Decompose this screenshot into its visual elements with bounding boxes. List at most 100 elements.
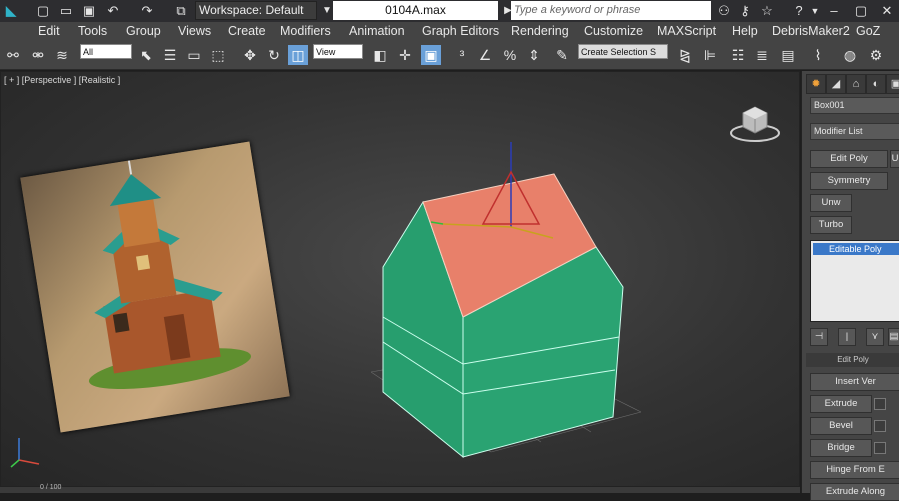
select-by-name-icon[interactable]: ☰ [160,45,180,65]
pin-stack-icon[interactable]: ⊣ [810,328,828,346]
search-input[interactable]: Type a keyword or phrase [511,1,711,20]
stack-item-editable-poly[interactable]: Editable Poly [813,243,899,255]
menu-maxscript[interactable]: MAXScript [657,22,716,40]
menu-views[interactable]: Views [178,22,211,40]
file-name: 0104A.max [333,1,498,20]
mirror-icon[interactable]: ⧎ [675,45,695,65]
edit-poly-modifier-button[interactable]: Edit Poly [810,150,888,168]
modifier-stack[interactable]: Editable Poly [810,240,899,322]
perspective-viewport[interactable]: [ + ] [Perspective ] [Realistic ] [0,71,800,487]
title-bar: ◣ ▢ ▭ ▣ ↶ ↷ ⧉ Workspace: Default ▼ 0104A… [0,0,899,22]
viewcube-icon[interactable] [725,99,785,147]
show-end-result-icon[interactable]: | [838,328,856,346]
menu-help[interactable]: Help [732,22,758,40]
minimize-icon[interactable]: – [825,2,843,20]
select-manipulate-icon[interactable]: ✛ [395,45,415,65]
close-icon[interactable]: ✕ [878,2,896,20]
modifier-list-dropdown[interactable]: Modifier List [810,123,899,140]
rotate-icon[interactable]: ↻ [264,45,284,65]
extrude-settings-checkbox[interactable] [874,398,886,410]
hierarchy-tab-icon[interactable]: ⌂ [846,74,866,94]
rectangular-selection-icon[interactable]: ▭ [184,45,204,65]
move-icon[interactable]: ✥ [240,45,260,65]
named-selection-dropdown[interactable]: Create Selection S [578,44,668,59]
selection-filter-dropdown[interactable]: All [80,44,132,59]
spinner-snap-icon[interactable]: ⇕ [524,45,544,65]
render-setup-icon[interactable]: ⚙ [866,45,886,65]
bridge-button[interactable]: Bridge [810,439,872,457]
u-modifier-button[interactable]: U [890,150,899,168]
edit-poly-rollout-header[interactable]: Edit Poly [806,353,899,367]
window-crossing-icon[interactable]: ⬚ [208,45,228,65]
extrude-along-spline-button[interactable]: Extrude Along [810,483,899,501]
snaps-toggle-icon[interactable]: ³ [452,45,472,65]
insert-vertex-button[interactable]: Insert Ver [810,373,899,391]
edit-named-selection-icon[interactable]: ✎ [552,45,572,65]
layer-explorer-icon[interactable]: ≣ [752,45,772,65]
menu-customize[interactable]: Customize [584,22,643,40]
symmetry-modifier-button[interactable]: Symmetry [810,172,888,190]
viewport-label[interactable]: [ + ] [Perspective ] [Realistic ] [4,75,120,85]
turbosmooth-button[interactable]: Turbo [810,216,852,234]
bind-space-warp-icon[interactable]: ≋ [52,45,72,65]
bevel-settings-checkbox[interactable] [874,420,886,432]
unlink-icon[interactable]: ⚮ [28,45,48,65]
axis-tripod-icon [10,438,40,468]
key-icon[interactable]: ⚷ [736,2,754,20]
pivot-center-icon[interactable]: ◧ [370,45,390,65]
align-icon[interactable]: ⊫ [700,45,720,65]
menu-bar: Edit Tools Group Views Create Modifiers … [0,22,899,40]
material-editor-icon[interactable]: ◍ [840,45,860,65]
display-tab-icon[interactable]: ▣ [886,74,899,94]
reference-coordinate-dropdown[interactable]: View [313,44,363,59]
menu-create[interactable]: Create [228,22,266,40]
scale-icon[interactable]: ◫ [288,45,308,65]
maximize-icon[interactable]: ▢ [852,2,870,20]
workspace-dropdown[interactable]: Workspace: Default [195,1,317,20]
menu-group[interactable]: Group [126,22,161,40]
menu-animation[interactable]: Animation [349,22,405,40]
link-icon[interactable]: ⚯ [3,45,23,65]
ribbon-icon[interactable]: ▤ [778,45,798,65]
reference-image-plane [20,141,290,433]
command-panel: ✹ ◢ ⌂ ◐ ▣ Box001 Modifier List Edit Poly… [801,71,899,501]
time-slider-counter: 0 / 100 [40,484,62,491]
menu-tools[interactable]: Tools [78,22,107,40]
motion-tab-icon[interactable]: ◐ [866,74,886,94]
angle-snap-icon[interactable]: ∠ [475,45,495,65]
box001-model[interactable] [371,132,641,462]
star-icon[interactable]: ☆ [758,2,776,20]
binoculars-icon[interactable]: ⚇ [715,2,733,20]
percent-snap-icon[interactable]: % [500,45,520,65]
select-object-icon[interactable]: ⬉ [136,45,156,65]
menu-goz[interactable]: GoZ [856,22,880,40]
help-dropdown-icon[interactable]: ▼ [806,2,824,20]
menu-rendering[interactable]: Rendering [511,22,569,40]
menu-debrismaker2[interactable]: DebrisMaker2 [772,22,850,40]
unwrap-uvw-button[interactable]: Unw [810,194,852,212]
extrude-button[interactable]: Extrude [810,395,872,413]
menu-graph-editors[interactable]: Graph Editors [422,22,499,40]
house-reference-illustration [88,160,251,390]
remove-modifier-icon[interactable]: ▤ [888,328,899,346]
curve-editor-icon[interactable]: ⌇ [808,45,828,65]
menu-modifiers[interactable]: Modifiers [280,22,331,40]
toggle-scene-explorer-icon[interactable]: ☷ [728,45,748,65]
bevel-button[interactable]: Bevel [810,417,872,435]
object-name-field[interactable]: Box001 [810,97,899,114]
modify-tab-icon[interactable]: ◢ [826,74,846,94]
new-file-icon[interactable]: ▢ [34,2,52,20]
menu-edit[interactable]: Edit [38,22,60,40]
create-tab-icon[interactable]: ✹ [806,74,826,94]
app-logo-icon[interactable]: ◣ [2,2,20,20]
save-icon[interactable]: ▣ [80,2,98,20]
hinge-from-edge-button[interactable]: Hinge From E [810,461,899,479]
time-slider[interactable]: 0 / 100 [0,484,800,493]
bridge-settings-checkbox[interactable] [874,442,886,454]
redo-icon[interactable]: ↷ [138,2,156,20]
project-folder-icon[interactable]: ⧉ [172,2,190,20]
undo-icon[interactable]: ↶ [104,2,122,20]
open-file-icon[interactable]: ▭ [57,2,75,20]
make-unique-icon[interactable]: ⋎ [866,328,884,346]
keyboard-shortcut-override-icon[interactable]: ▣ [421,45,441,65]
